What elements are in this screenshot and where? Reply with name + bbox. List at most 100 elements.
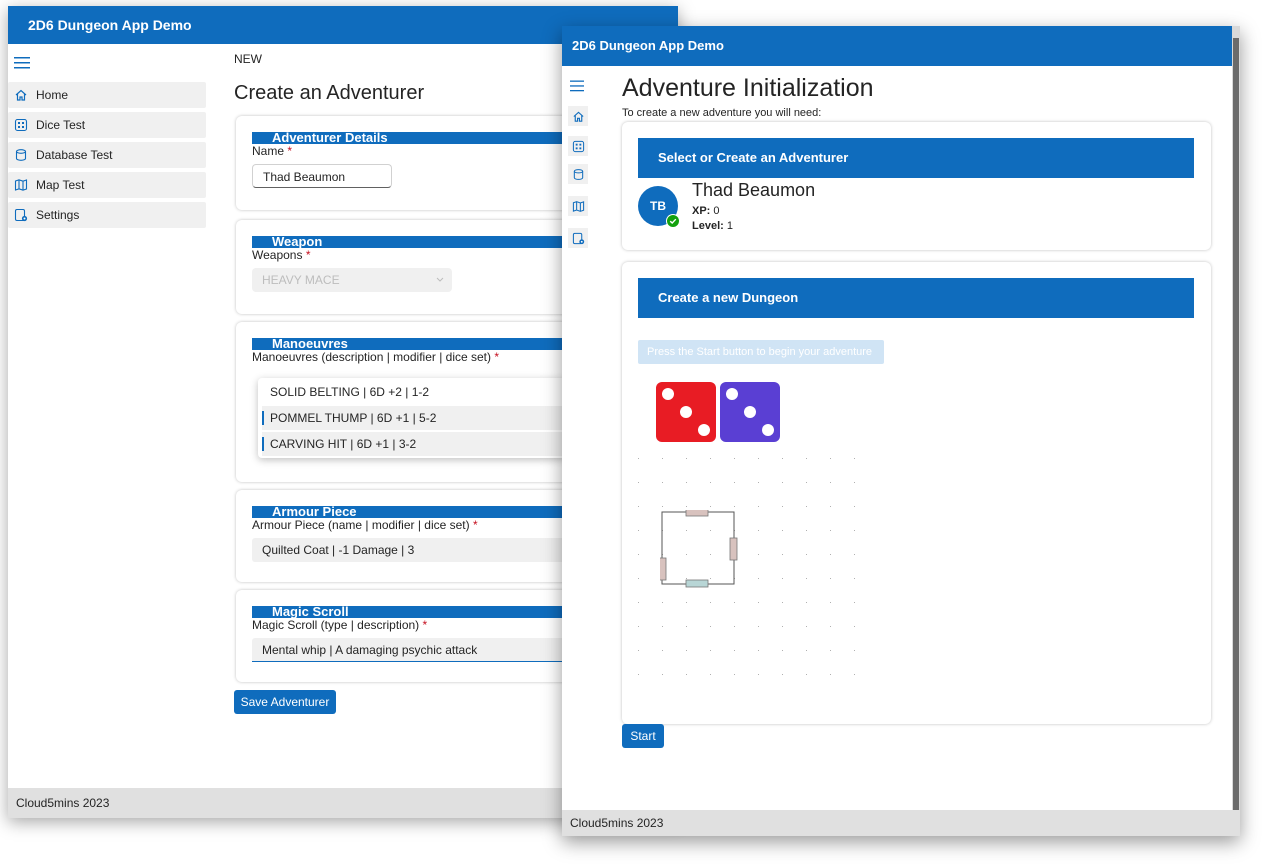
grid-dot [806,554,807,555]
adventure-initialization-window: 2D6 Dungeon App Demo Adventure Initializ… [562,26,1240,836]
grid-dot [686,482,687,483]
nav-item-home[interactable] [568,106,588,126]
grid-dot [638,458,639,459]
page-title: Adventure Initialization [622,74,874,102]
grid-dot [854,554,855,555]
manoeuvre-option[interactable]: SOLID BELTING | 6D +2 | 1-2 [262,380,562,404]
grid-dot [830,626,831,627]
grid-dot [830,506,831,507]
scrollbar[interactable] [1232,26,1240,836]
grid-dot [830,458,831,459]
menu-icon[interactable] [14,56,30,70]
grid-dot [806,530,807,531]
map-icon [14,179,28,191]
home-icon [572,111,584,122]
grid-dot [710,626,711,627]
grid-dot [806,482,807,483]
grid-dot [686,650,687,651]
grid-dot [854,578,855,579]
footer: Cloud5mins 2023 [562,810,1240,836]
grid-dot [638,602,639,603]
nav-item-map-test[interactable]: Map Test [8,172,206,198]
grid-dot [710,650,711,651]
create-dungeon-card: Create a new Dungeon Press the Start but… [622,262,1211,724]
check-icon [667,215,679,227]
grid-dot [782,530,783,531]
xp-line: XP: 0 [692,205,720,217]
grid-dot [806,650,807,651]
page-title: Create an Adventurer [234,82,425,104]
armour-piece-field[interactable]: Quilted Coat | -1 Damage | 3 [252,538,582,562]
grid-dot [782,626,783,627]
grid-dot [662,482,663,483]
grid-dot [854,482,855,483]
start-button[interactable]: Start [622,724,664,748]
grid-dot [710,506,711,507]
nav-item-dice-test[interactable] [568,136,588,156]
scrollbar-thumb[interactable] [1233,38,1239,813]
grid-dot [806,674,807,675]
app-title: 2D6 Dungeon App Demo [572,38,724,53]
save-adventurer-button[interactable]: Save Adventurer [234,690,336,714]
field-label: Armour Piece (name | modifier | dice set… [252,518,478,532]
nav-item-label: Home [36,88,69,102]
section-header: Create a new Dungeon [638,278,1194,318]
grid-dot [782,458,783,459]
field-label: Magic Scroll (type | description) * [252,618,428,632]
database-icon [15,149,27,161]
grid-dot [830,530,831,531]
level-line: Level: 1 [692,220,733,232]
manoeuvre-option[interactable]: CARVING HIT | 6D +1 | 3-2 [262,432,562,456]
grid-dot [830,578,831,579]
grid-dot [782,482,783,483]
dice-icon [14,118,28,132]
app-header: 2D6 Dungeon App Demo [562,26,1240,66]
avatar[interactable]: TB [638,186,680,228]
section-header: Manoeuvres [252,337,582,350]
magic-scroll-field[interactable]: Mental whip | A damaging psychic attack [252,638,582,662]
begin-adventure-button[interactable]: Press the Start button to begin your adv… [638,340,884,364]
map-icon [572,200,584,212]
grid-dot [662,626,663,627]
grid-dot [782,602,783,603]
database-icon [573,168,583,180]
nav-item-label: Settings [36,208,80,222]
nav-item-settings[interactable]: Settings [8,202,206,228]
section-header: Armour Piece [252,505,582,518]
grid-dot [662,506,663,507]
manoeuvres-listbox: SOLID BELTING | 6D +2 | 1-2 POMMEL THUMP… [258,378,566,458]
manoeuvre-option[interactable]: POMMEL THUMP | 6D +1 | 5-2 [262,406,562,430]
grid-dot [638,674,639,675]
grid-dot [758,506,759,507]
grid-dot [854,458,855,459]
grid-dot [686,602,687,603]
grid-dot [710,458,711,459]
weapons-select[interactable]: HEAVY MACE [252,268,452,292]
status-badge [666,214,680,228]
select-adventurer-card: Select or Create an Adventurer TB Thad B… [622,122,1211,250]
menu-icon[interactable] [570,80,584,92]
name-field[interactable]: Thad Beaumon [252,164,392,188]
field-label: Name * [252,144,293,158]
section-header: Select or Create an Adventurer [638,138,1194,178]
nav-item-settings[interactable] [568,228,588,248]
grid-dot [734,674,735,675]
nav-item-map-test[interactable] [568,196,588,216]
grid-dot [758,626,759,627]
nav-item-database-test[interactable]: Database Test [8,142,206,168]
grid-dot [638,578,639,579]
nav-item-label: Database Test [36,148,113,162]
grid-dot [758,458,759,459]
nav-item-database-test[interactable] [568,164,588,184]
dungeon-room [660,510,738,588]
grid-dot [758,674,759,675]
nav-item-home[interactable]: Home [8,82,206,108]
grid-dot [662,602,663,603]
section-header: Magic Scroll [252,605,582,618]
grid-dot [830,602,831,603]
grid-dot [830,554,831,555]
grid-dot [686,626,687,627]
nav-item-dice-test[interactable]: Dice Test [8,112,206,138]
grid-dot [710,482,711,483]
field-label: Weapons * [252,248,311,262]
